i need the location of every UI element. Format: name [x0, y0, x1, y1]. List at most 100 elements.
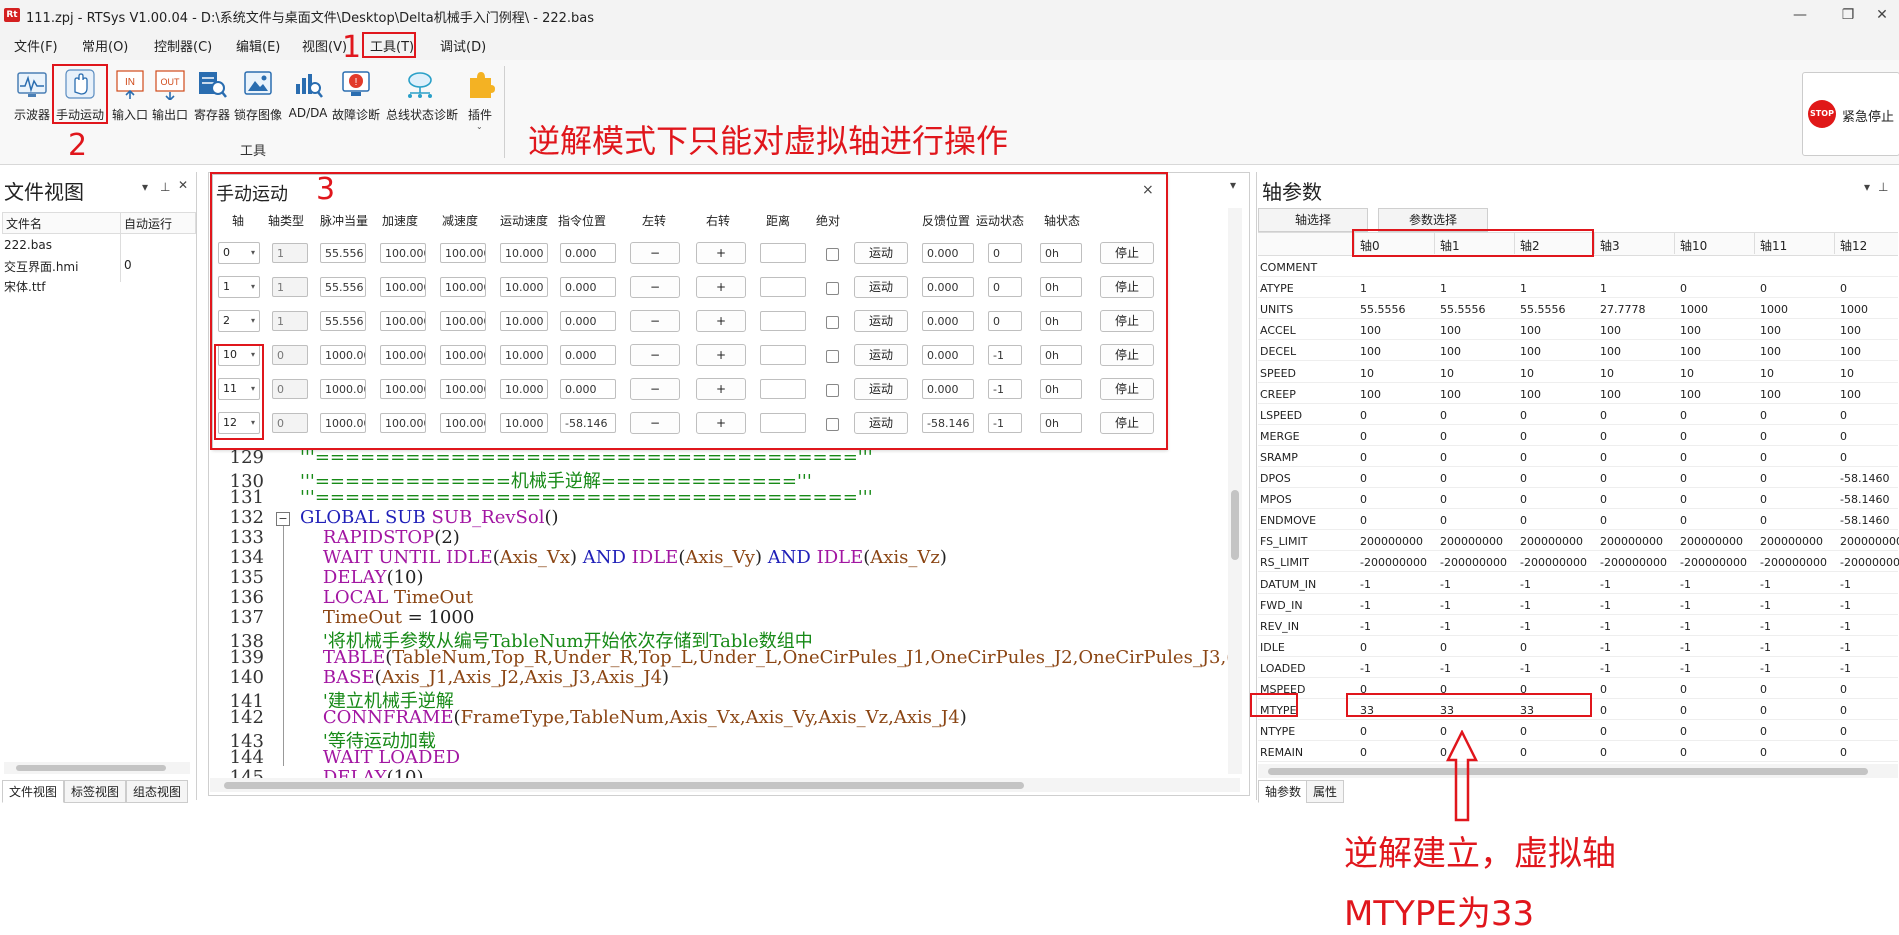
param-value[interactable]: 0 — [1680, 430, 1687, 443]
param-value[interactable]: 1 — [1360, 282, 1367, 295]
param-value[interactable]: 0 — [1520, 746, 1527, 759]
param-value[interactable]: 100 — [1440, 345, 1461, 358]
param-value[interactable]: -1 — [1440, 620, 1451, 633]
param-value[interactable]: 0 — [1760, 725, 1767, 738]
param-value[interactable]: -1 — [1520, 578, 1531, 591]
axis-select[interactable]: 0 ▾ — [218, 242, 260, 264]
param-value[interactable]: -1 — [1680, 599, 1691, 612]
dropdown-icon[interactable]: ▾ — [1864, 180, 1870, 194]
jog-left-button[interactable]: − — [630, 242, 680, 264]
menu-edit[interactable]: 编辑(E) — [236, 36, 280, 55]
param-value[interactable]: 0 — [1440, 472, 1447, 485]
param-value[interactable]: 0 — [1360, 430, 1367, 443]
file-row-name[interactable]: 222.bas — [4, 238, 52, 252]
param-value[interactable]: 200000000 — [1440, 535, 1503, 548]
param-value[interactable]: 0 — [1840, 725, 1847, 738]
param-value[interactable]: 100 — [1840, 324, 1861, 337]
decel-field[interactable]: 100.000 — [440, 277, 486, 297]
param-value[interactable]: 0 — [1600, 704, 1607, 717]
param-value[interactable]: 1000 — [1840, 303, 1868, 316]
pulse-equivalent-field[interactable]: 1000.00 — [320, 379, 366, 399]
menu-common[interactable]: 常用(O) — [82, 36, 128, 55]
param-value[interactable]: 100 — [1760, 345, 1781, 358]
jog-left-button[interactable]: − — [630, 378, 680, 400]
param-value[interactable]: -1 — [1600, 578, 1611, 591]
param-value[interactable]: 0 — [1600, 472, 1607, 485]
move-button[interactable]: 运动 — [854, 344, 908, 366]
param-value[interactable]: 100 — [1600, 345, 1621, 358]
jog-right-button[interactable]: + — [696, 310, 746, 332]
param-value[interactable]: -200000000 — [1600, 556, 1667, 569]
editor-dropdown-icon[interactable]: ▾ — [1230, 178, 1236, 192]
move-button[interactable]: 运动 — [854, 412, 908, 434]
param-value[interactable]: 0 — [1360, 451, 1367, 464]
param-value[interactable]: 0 — [1600, 514, 1607, 527]
param-value[interactable]: 0 — [1760, 430, 1767, 443]
tab-file-view[interactable]: 文件视图 — [2, 780, 65, 803]
axis-column-header[interactable]: 轴12 — [1840, 237, 1867, 257]
param-value[interactable]: 0 — [1520, 641, 1527, 654]
stop-axis-button[interactable]: 停止 — [1100, 412, 1154, 434]
param-value[interactable]: 100 — [1760, 324, 1781, 337]
accel-field[interactable]: 100.000 — [380, 243, 426, 263]
param-value[interactable]: 0 — [1680, 683, 1687, 696]
chevron-down-icon[interactable]: ⌄ — [476, 122, 483, 131]
param-value[interactable]: -1 — [1360, 578, 1371, 591]
accel-field[interactable]: 100.000 — [380, 311, 426, 331]
param-value[interactable]: 0 — [1680, 746, 1687, 759]
accel-field[interactable]: 100.000 — [380, 413, 426, 433]
file-hscroll-thumb[interactable] — [16, 765, 166, 771]
file-row-name[interactable]: 交互界面.hmi — [4, 258, 78, 275]
param-value[interactable]: 0 — [1840, 683, 1847, 696]
param-value[interactable]: 100 — [1360, 345, 1381, 358]
param-value[interactable]: -1 — [1360, 662, 1371, 675]
param-value[interactable]: -58.1460 — [1840, 472, 1889, 485]
param-value[interactable]: -1 — [1600, 641, 1611, 654]
param-value[interactable]: 0 — [1680, 472, 1687, 485]
jog-left-button[interactable]: − — [630, 310, 680, 332]
param-value[interactable]: -1 — [1680, 662, 1691, 675]
param-value[interactable]: 0 — [1440, 641, 1447, 654]
param-value[interactable]: 0 — [1440, 514, 1447, 527]
param-value[interactable]: 55.5556 — [1440, 303, 1486, 316]
jog-right-button[interactable]: + — [696, 412, 746, 434]
decel-field[interactable]: 100.000 — [440, 379, 486, 399]
param-value[interactable]: -200000000 — [1760, 556, 1827, 569]
param-value[interactable]: 0 — [1600, 493, 1607, 506]
param-value[interactable]: 0 — [1760, 282, 1767, 295]
menu-controller[interactable]: 控制器(C) — [154, 36, 212, 55]
param-value[interactable]: 100 — [1680, 345, 1701, 358]
param-value[interactable]: 200000000 — [1760, 535, 1823, 548]
param-value[interactable]: -1 — [1680, 620, 1691, 633]
param-value[interactable]: 0 — [1360, 472, 1367, 485]
param-value[interactable]: 1000 — [1680, 303, 1708, 316]
move-button[interactable]: 运动 — [854, 378, 908, 400]
param-value[interactable]: -1 — [1600, 620, 1611, 633]
param-value[interactable]: 100 — [1520, 388, 1541, 401]
move-button[interactable]: 运动 — [854, 310, 908, 332]
param-value[interactable]: -1 — [1360, 620, 1371, 633]
param-value[interactable]: 0 — [1520, 430, 1527, 443]
param-value[interactable]: 0 — [1680, 409, 1687, 422]
param-value[interactable]: 200000000 — [1840, 535, 1899, 548]
param-value[interactable]: 0 — [1520, 451, 1527, 464]
speed-field[interactable]: 10.000 — [500, 379, 548, 399]
param-value[interactable]: 0 — [1520, 514, 1527, 527]
param-value[interactable]: 0 — [1600, 430, 1607, 443]
param-value[interactable]: 0 — [1600, 409, 1607, 422]
fold-toggle-icon[interactable]: − — [276, 512, 290, 526]
pulse-equivalent-field[interactable]: 55.556 — [320, 311, 366, 331]
accel-field[interactable]: 100.000 — [380, 345, 426, 365]
menu-view[interactable]: 视图(V) — [302, 36, 347, 55]
pulse-equivalent-field[interactable]: 55.556 — [320, 243, 366, 263]
param-value[interactable]: -58.1460 — [1840, 514, 1889, 527]
param-value[interactable]: 0 — [1600, 725, 1607, 738]
speed-field[interactable]: 10.000 — [500, 243, 548, 263]
param-value[interactable]: -1 — [1760, 620, 1771, 633]
decel-field[interactable]: 100.000 — [440, 311, 486, 331]
param-value[interactable]: 27.7778 — [1600, 303, 1646, 316]
param-value[interactable]: 200000000 — [1360, 535, 1423, 548]
param-value[interactable]: 10 — [1840, 367, 1854, 380]
param-value[interactable]: -1 — [1760, 641, 1771, 654]
param-value[interactable]: 100 — [1600, 324, 1621, 337]
